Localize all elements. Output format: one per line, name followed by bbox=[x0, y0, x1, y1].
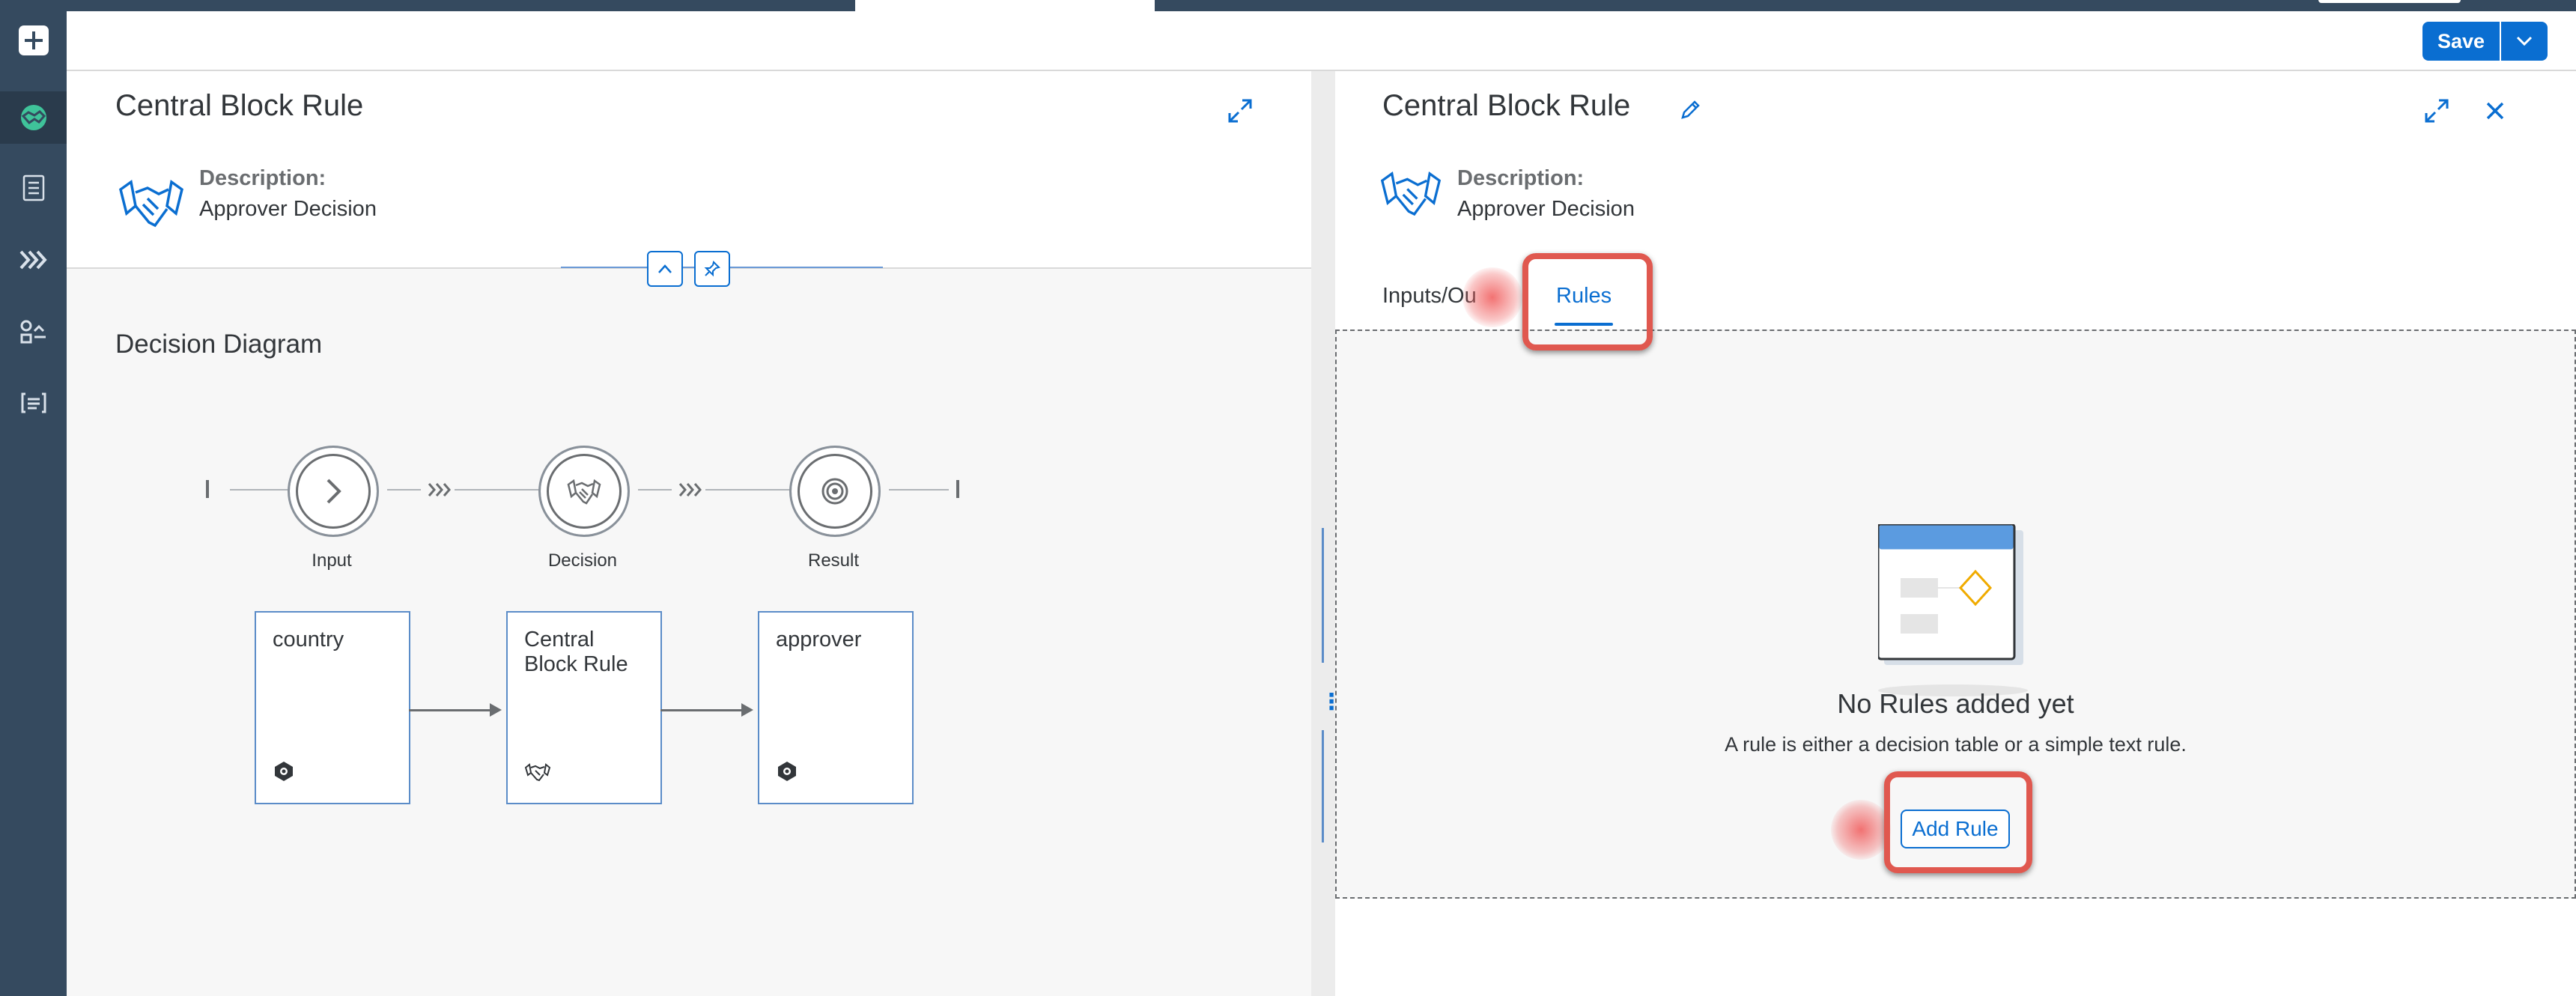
page-title: Central Block Rule bbox=[115, 89, 364, 122]
decision-card[interactable]: Central Block Rule bbox=[506, 611, 662, 804]
flow-start-marker bbox=[206, 480, 209, 498]
card-title: country bbox=[273, 628, 344, 652]
flow-line bbox=[705, 489, 799, 491]
decision-overview-panel: Central Block Rule Description: Approver… bbox=[67, 71, 1311, 996]
page-title: Central Block Rule bbox=[1382, 89, 1631, 122]
card-title: Central Block Rule bbox=[524, 628, 628, 676]
empty-rules-illustration bbox=[1877, 523, 2035, 708]
nav-process-flow[interactable] bbox=[0, 234, 67, 286]
close-button[interactable] bbox=[2476, 92, 2514, 130]
flow-line bbox=[889, 489, 949, 491]
decision-node[interactable] bbox=[538, 446, 630, 537]
description-label: Description: bbox=[1457, 166, 1585, 190]
nav-rulesets[interactable] bbox=[0, 306, 67, 358]
highlight-frame-rules-tab bbox=[1522, 253, 1653, 350]
create-button[interactable] bbox=[0, 14, 67, 67]
process-flow-icon bbox=[19, 250, 47, 270]
text-list-icon bbox=[21, 392, 46, 413]
input-card[interactable]: country bbox=[255, 611, 410, 804]
ruleset-icon bbox=[20, 320, 46, 344]
flow-arrows-icon bbox=[428, 482, 453, 502]
decision-node-label: Decision bbox=[547, 550, 618, 571]
pin-icon bbox=[704, 261, 720, 277]
handshake-icon bbox=[524, 762, 551, 786]
description-value: Approver Decision bbox=[1457, 197, 1635, 221]
input-node[interactable] bbox=[288, 446, 379, 537]
flow-arrows-icon bbox=[678, 482, 704, 502]
click-indicator bbox=[1831, 800, 1891, 860]
chevron-up-icon bbox=[658, 264, 672, 273]
expand-icon bbox=[2425, 99, 2449, 123]
toolbar: Save bbox=[67, 11, 2576, 71]
active-editor-tab[interactable] bbox=[855, 0, 1155, 11]
top-right-tab[interactable] bbox=[2318, 0, 2461, 3]
fullscreen-button[interactable] bbox=[1221, 92, 1259, 130]
nav-documents[interactable] bbox=[0, 162, 67, 214]
data-object-icon bbox=[776, 760, 798, 786]
pin-header-button[interactable] bbox=[694, 251, 730, 287]
diagram-title: Decision Diagram bbox=[115, 330, 323, 359]
chevron-down-icon bbox=[2516, 36, 2533, 46]
handshake-icon bbox=[118, 176, 185, 234]
description-value: Approver Decision bbox=[199, 197, 377, 221]
rule-detail-panel: Central Block Rule Description: Approver… bbox=[1335, 71, 2576, 996]
flow-end-marker bbox=[956, 480, 959, 498]
expand-icon bbox=[1228, 99, 1252, 123]
handshake-icon bbox=[20, 105, 46, 130]
result-node[interactable] bbox=[789, 446, 881, 537]
pencil-icon bbox=[1681, 100, 1700, 119]
target-icon bbox=[821, 478, 848, 505]
save-button-group: Save bbox=[2422, 22, 2548, 61]
splitter-bar bbox=[1322, 528, 1324, 663]
flow-line bbox=[638, 489, 672, 491]
flow-line bbox=[455, 489, 548, 491]
nav-text-rules[interactable] bbox=[0, 377, 67, 429]
connector-arrow bbox=[660, 703, 753, 717]
panel-splitter[interactable]: ⋮ bbox=[1311, 71, 1343, 996]
top-tab-strip bbox=[67, 0, 2576, 11]
empty-state-description: A rule is either a decision table or a s… bbox=[1725, 733, 2187, 756]
fullscreen-button[interactable] bbox=[2418, 92, 2455, 130]
edit-button[interactable] bbox=[1672, 91, 1710, 128]
empty-state-title: No Rules added yet bbox=[1837, 688, 2074, 719]
side-navigation bbox=[0, 0, 67, 996]
handshake-icon bbox=[567, 479, 601, 505]
splitter-bar bbox=[1322, 730, 1324, 842]
description-label: Description: bbox=[199, 166, 326, 190]
save-button[interactable]: Save bbox=[2422, 22, 2500, 61]
result-node-label: Result bbox=[807, 550, 860, 571]
data-object-icon bbox=[273, 760, 295, 786]
connector-arrow bbox=[409, 703, 502, 717]
close-icon bbox=[2486, 102, 2504, 120]
chevron-right-icon bbox=[326, 479, 341, 504]
input-node-label: Input bbox=[312, 550, 352, 571]
click-indicator bbox=[1462, 267, 1522, 327]
document-icon bbox=[22, 174, 44, 201]
result-card[interactable]: approver bbox=[758, 611, 914, 804]
handshake-icon bbox=[1379, 167, 1442, 223]
card-title: approver bbox=[776, 628, 862, 652]
panel-header: Central Block Rule Description: Approver… bbox=[67, 71, 1311, 269]
highlight-frame-add-rule bbox=[1884, 771, 2032, 873]
collapse-header-button[interactable] bbox=[647, 251, 683, 287]
plus-icon bbox=[18, 25, 49, 55]
save-menu-button[interactable] bbox=[2500, 22, 2548, 61]
flow-line bbox=[387, 489, 421, 491]
nav-rules[interactable] bbox=[0, 91, 67, 144]
